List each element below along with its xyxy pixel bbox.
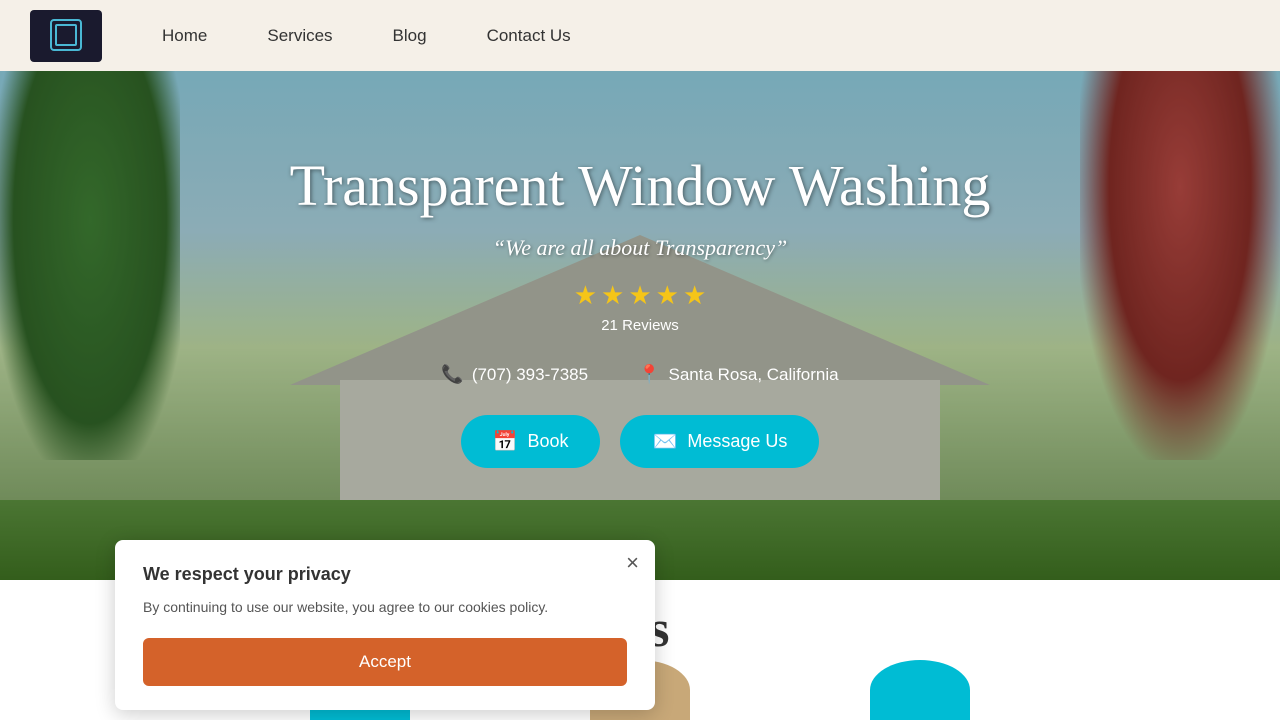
cookie-title: We respect your privacy: [143, 564, 627, 585]
reviews-count: 21 Reviews: [290, 317, 991, 334]
phone-icon: 📞: [441, 364, 463, 385]
envelope-icon: ✉️: [652, 429, 677, 454]
phone-number: (707) 393-7385: [472, 365, 588, 385]
location-item: 📍 Santa Rosa, California: [638, 364, 839, 385]
stars-row: ★ ★ ★ ★ ★: [290, 281, 991, 311]
message-label: Message Us: [687, 431, 787, 452]
star-3: ★: [628, 281, 651, 311]
logo-icon: [50, 19, 82, 51]
navbar: Home Services Blog Contact Us: [0, 0, 1280, 71]
nav-services[interactable]: Services: [267, 26, 332, 46]
star-1: ★: [574, 281, 597, 311]
star-5: ★: [683, 281, 706, 311]
phone-item: 📞 (707) 393-7385: [441, 364, 588, 385]
nav-home[interactable]: Home: [162, 26, 207, 46]
cookie-close-button[interactable]: ×: [626, 552, 639, 574]
book-label: Book: [527, 431, 568, 452]
contact-row: 📞 (707) 393-7385 📍 Santa Rosa, Californi…: [290, 364, 991, 385]
hero-title: Transparent Window Washing: [290, 152, 991, 219]
avatar-3: [870, 660, 970, 720]
cookie-banner: × We respect your privacy By continuing …: [115, 540, 655, 710]
hero-content: Transparent Window Washing “We are all a…: [290, 152, 991, 468]
cookie-accept-button[interactable]: Accept: [143, 638, 627, 686]
calendar-icon: 📅: [493, 429, 518, 454]
star-4: ★: [656, 281, 679, 311]
nav-contact[interactable]: Contact Us: [487, 26, 571, 46]
star-2: ★: [601, 281, 624, 311]
location-icon: 📍: [638, 364, 660, 385]
message-button[interactable]: ✉️ Message Us: [620, 415, 819, 468]
nav-blog[interactable]: Blog: [393, 26, 427, 46]
hero-subtitle: “We are all about Transparency”: [290, 235, 991, 261]
logo[interactable]: [30, 10, 102, 62]
cookie-body: By continuing to use our website, you ag…: [143, 597, 627, 618]
location-text: Santa Rosa, California: [669, 365, 839, 385]
book-button[interactable]: 📅 Book: [461, 415, 601, 468]
hero-section: Transparent Window Washing “We are all a…: [0, 0, 1280, 580]
cta-row: 📅 Book ✉️ Message Us: [290, 415, 991, 468]
nav-links: Home Services Blog Contact Us: [162, 26, 571, 46]
